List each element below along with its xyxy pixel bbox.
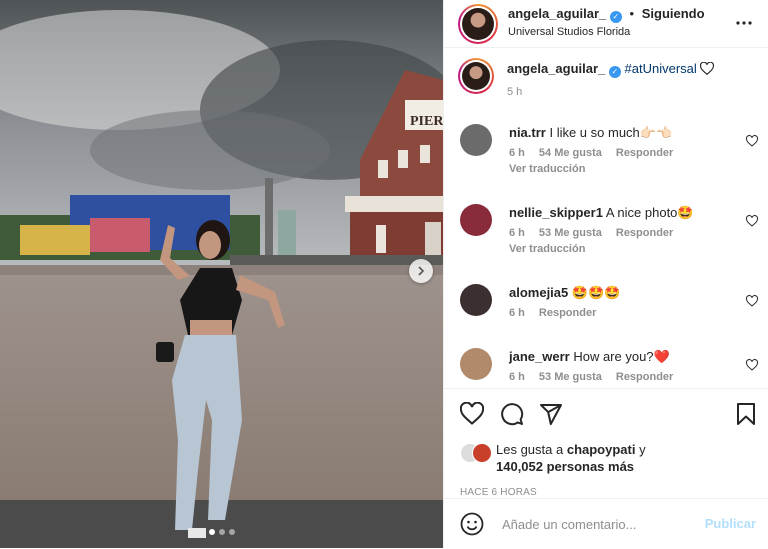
heart-icon[interactable] [746, 215, 758, 227]
follow-status-button[interactable]: Siguiendo [642, 6, 705, 21]
commenter-avatar[interactable] [460, 348, 492, 380]
comment-likes[interactable]: 53 Me gusta [539, 371, 602, 383]
comment-username[interactable]: jane_werr [509, 349, 570, 364]
comment-time: 6 h [509, 371, 525, 383]
comment-text: How are you?❤️ [573, 349, 670, 364]
post-photo[interactable]: PIER [0, 0, 443, 548]
heart-icon[interactable] [746, 135, 758, 147]
comment-username[interactable]: nellie_skipper1 [509, 205, 603, 220]
comment-likes[interactable]: 53 Me gusta [539, 227, 602, 239]
post-location[interactable]: Universal Studios Florida [508, 26, 705, 38]
post-timestamp[interactable]: HACE 6 HORAS [460, 487, 537, 498]
bookmark-icon[interactable] [734, 402, 758, 426]
comments-list[interactable]: angela_aguilar_ ✓ #atUniversal 5 h nia.t… [444, 48, 768, 388]
separator-dot: • [629, 6, 635, 21]
carousel-dot [208, 529, 215, 535]
likes-count[interactable]: 140,052 personas más [496, 458, 646, 475]
reply-button[interactable]: Responder [616, 227, 673, 239]
heart-icon[interactable] [746, 295, 758, 307]
translate-link[interactable]: Ver traducción [509, 163, 687, 175]
paper-plane-icon[interactable] [539, 402, 563, 426]
comment-text: I like u so much👉🏻👈🏻 [549, 125, 673, 140]
comment-text: A nice photo🤩 [605, 205, 694, 220]
next-photo-button[interactable] [409, 259, 433, 283]
photo-illustration: PIER [0, 0, 443, 548]
comment-time: 6 h [509, 227, 525, 239]
carousel-dot [228, 529, 235, 535]
reply-button[interactable]: Responder [616, 371, 673, 383]
publish-button[interactable]: Publicar [705, 516, 756, 531]
comment-text: 🤩🤩🤩 [571, 285, 621, 300]
post-side-panel: angela_aguilar_ ✓ • Siguiendo Universal … [443, 0, 768, 548]
translate-link[interactable]: Ver traducción [509, 243, 694, 255]
reply-button[interactable]: Responder [539, 307, 596, 319]
comment-likes[interactable]: 54 Me gusta [539, 147, 602, 159]
image-sign-text: PIER [410, 114, 443, 129]
verified-badge-icon: ✓ [609, 11, 622, 23]
comment-item: alomejia5 🤩🤩🤩 6 h Responder [460, 284, 758, 319]
commenter-avatar[interactable] [460, 284, 492, 316]
first-liker-username[interactable]: chapoypati [567, 442, 636, 457]
likes-conjunction: y [639, 442, 646, 457]
heart-icon [700, 61, 715, 76]
comment-time: 6 h [509, 307, 525, 319]
comment-input[interactable] [500, 516, 694, 533]
comment-icon[interactable] [500, 402, 524, 426]
carousel-dots [0, 529, 443, 535]
heart-icon[interactable] [746, 359, 758, 371]
liker-avatar[interactable] [472, 443, 492, 463]
instagram-post-view: PIER angela_aguilar_ ✓ • Siguiendo Unive… [0, 0, 768, 548]
likes-summary: Les gusta a chapoypati y 140,052 persona… [460, 441, 646, 475]
commenter-avatar[interactable] [460, 124, 492, 156]
post-header: angela_aguilar_ ✓ • Siguiendo Universal … [444, 0, 768, 48]
post-actions: Les gusta a chapoypati y 140,052 persona… [444, 388, 768, 498]
add-comment-bar: Publicar [444, 498, 768, 549]
comment-username[interactable]: nia.trr [509, 125, 546, 140]
caption-avatar[interactable] [458, 58, 494, 94]
caption-username[interactable]: angela_aguilar_ [507, 61, 605, 76]
author-username[interactable]: angela_aguilar_ [508, 6, 606, 21]
comment-item: nellie_skipper1 A nice photo🤩 6 h 53 Me g… [460, 204, 758, 255]
commenter-avatar[interactable] [460, 204, 492, 236]
comment-time: 6 h [509, 147, 525, 159]
smiley-icon[interactable] [460, 512, 484, 536]
chevron-right-icon [418, 266, 425, 276]
verified-badge-icon: ✓ [608, 66, 621, 78]
comment-username[interactable]: alomejia5 [509, 285, 568, 300]
caption-time: 5 h [507, 86, 523, 98]
comment-item: nia.trr I like u so much👉🏻👈🏻 6 h 54 Me gu… [460, 124, 758, 175]
heart-icon[interactable] [460, 402, 484, 426]
caption-hashtag[interactable]: #atUniversal [625, 61, 697, 76]
comment-item: jane_werr How are you?❤️ 6 h 53 Me gusta R… [460, 348, 758, 383]
likes-prefix: Les gusta a [496, 442, 564, 457]
carousel-dot [218, 529, 225, 535]
reply-button[interactable]: Responder [616, 147, 673, 159]
more-horizontal-icon[interactable] [736, 21, 752, 25]
caption: angela_aguilar_ ✓ #atUniversal 5 h [458, 58, 756, 98]
author-avatar[interactable] [458, 3, 498, 44]
